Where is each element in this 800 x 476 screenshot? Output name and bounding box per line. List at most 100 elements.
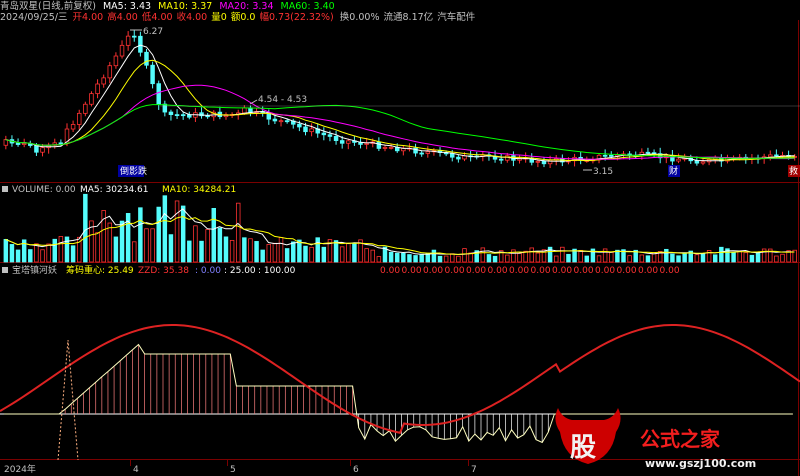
x-label-may: 5 [230, 465, 236, 475]
volume-bar [132, 241, 137, 263]
candle-body [70, 124, 76, 130]
indicator-line3: : 0.00 [195, 266, 221, 276]
volume-bar [535, 252, 541, 263]
candle-body [174, 114, 180, 117]
volume-bar [199, 240, 204, 263]
candle-body [83, 103, 88, 114]
volume-bar [150, 228, 155, 263]
range-pointer [249, 99, 258, 105]
candle-body [327, 134, 333, 137]
marker-cai: 财 [669, 165, 678, 177]
peak-label: 6.27 [143, 27, 163, 37]
volume-bar [627, 255, 632, 263]
volume-bar [468, 252, 473, 263]
volume-bar [83, 193, 88, 263]
volume-bar [553, 255, 559, 263]
stock-chart-window: 青岛双星(日线,前复权) MA5: 3.43 MA10: 3.37 MA20: … [0, 0, 800, 476]
indicator-zero: 0.00 [445, 266, 465, 276]
volume-bar [180, 205, 186, 263]
candle-body [144, 51, 149, 66]
volume-bar [407, 254, 412, 263]
ma5-line [5, 44, 795, 162]
watermark: 股 公式之家 www.gszj100.com [555, 408, 756, 470]
volume-bar [462, 248, 467, 263]
volume-bar [315, 237, 320, 263]
volume-bar [413, 255, 418, 263]
volume-bar [523, 250, 528, 263]
volume-bar [34, 243, 39, 263]
indicator-zero: 0.00 [380, 266, 400, 276]
volume-bar [156, 206, 161, 263]
candle-body [180, 114, 186, 117]
indicator-zero: 0.00 [466, 266, 486, 276]
candle-body [297, 123, 302, 128]
volume-bar [193, 225, 198, 263]
volume-bar [664, 248, 669, 263]
volume-bar [162, 195, 168, 263]
indicator-zero: 0.00 [617, 266, 637, 276]
volume-bar [278, 237, 284, 263]
indicator-line2: ZZD: 35.38 [138, 266, 189, 276]
volume-bar [743, 252, 749, 263]
candle-body [609, 154, 614, 157]
x-label-apr: 4 [133, 465, 139, 475]
volume-bar [450, 253, 455, 263]
indicator-zero-values: 0.00 0.00 0.00 0.00 0.00 0.00 0.00 0.00 0.00 0.00… [380, 266, 680, 276]
candle-body [382, 146, 388, 149]
volume-bar [28, 249, 33, 263]
volume-bar [517, 253, 522, 263]
volume-bar [58, 236, 64, 263]
x-label-jun: 6 [353, 465, 359, 475]
volume-bar [609, 251, 614, 263]
volume-bar [370, 249, 375, 263]
candle-body [333, 136, 339, 141]
chart-canvas: 6.27 4.54 - 4.53 3.15 倒影跌 财 救 VOLUME: 0.… [0, 20, 800, 476]
indicator-zero: 0.00 [574, 266, 594, 276]
indicator-line1: 筹码重心: 25.49 [66, 264, 134, 276]
candle-body [21, 142, 27, 145]
volume-bar [560, 246, 565, 263]
candle-body [272, 118, 278, 122]
volume-bar [284, 248, 290, 263]
candle-body [101, 77, 106, 85]
candle-body [388, 146, 394, 149]
volume-bar [248, 238, 253, 263]
volume-bar [388, 251, 394, 263]
volume-bar [566, 253, 571, 263]
indicator-zero: 0.00 [423, 266, 443, 276]
candle-body [58, 142, 64, 145]
volume-bar [578, 249, 583, 263]
candle-body [40, 147, 45, 153]
volume-bar [272, 242, 278, 263]
volume-bar [168, 234, 174, 263]
candle-body [456, 156, 461, 160]
candle-body [89, 93, 94, 105]
volume-bar [144, 228, 149, 263]
volume-bar [731, 252, 736, 263]
volume-bar [670, 253, 675, 263]
volume-bar [352, 243, 357, 263]
low-label: 3.15 [593, 167, 613, 177]
candle-body [645, 151, 651, 154]
candle-body [535, 160, 541, 163]
volume-bar [291, 241, 296, 263]
candle-body [303, 126, 308, 133]
volume-bar [719, 246, 724, 263]
candle-body [676, 158, 681, 162]
volume-bar [46, 243, 51, 263]
candle-body [450, 153, 455, 158]
candle-body [694, 160, 700, 164]
volume-bar [254, 241, 259, 263]
candle-body [346, 140, 351, 144]
candle-body [138, 35, 143, 53]
volume-bar [235, 202, 241, 263]
ma10-line [5, 59, 795, 162]
candle-body [505, 155, 510, 161]
volume-bar [223, 236, 229, 263]
indicator-zero: 0.00 [402, 266, 422, 276]
candle-body [242, 107, 247, 114]
volume-bar [780, 253, 785, 263]
candle-body [774, 154, 779, 157]
volume-bar [505, 254, 510, 263]
volume-bar [339, 246, 345, 263]
